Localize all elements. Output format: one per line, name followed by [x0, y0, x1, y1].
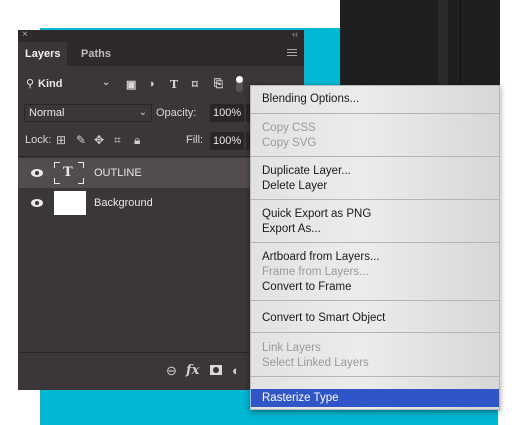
lock-transparent-icon[interactable]: ⊞ [56, 133, 66, 147]
layer-context-menu: Blending Options... Copy CSS Copy SVG Du… [250, 85, 500, 410]
lock-all-icon[interactable]: 🔒︎ [134, 133, 140, 148]
menu-separator [251, 199, 499, 200]
chevron-down-icon: ⌄ [138, 107, 147, 118]
lock-artboard-icon[interactable]: ⌗ [114, 133, 121, 148]
text-layer-thumbnail: T [54, 162, 84, 184]
mask-icon[interactable] [210, 365, 222, 375]
eye-icon[interactable] [30, 196, 44, 210]
menu-separator [251, 113, 499, 114]
filter-kind-label: Kind [38, 78, 63, 90]
menu-item-delete-layer[interactable]: Delete Layer [251, 179, 499, 194]
layer-name: OUTLINE [94, 167, 142, 179]
collapse-icon[interactable]: ‹‹ [292, 29, 298, 39]
type-filter-icon[interactable]: T [170, 78, 178, 91]
lock-label: Lock: [25, 134, 52, 146]
lock-brush-icon[interactable]: ✎ [76, 133, 86, 147]
menu-separator [251, 332, 499, 333]
fx-icon[interactable]: fx [186, 363, 199, 378]
adjustment-icon[interactable]: ◐ [232, 363, 240, 378]
link-icon[interactable]: ⊖ [166, 363, 177, 379]
menu-separator [251, 376, 499, 377]
chevron-down-icon: ⌄ [102, 77, 111, 88]
menu-item-link-layers[interactable]: Link Layers [251, 341, 499, 356]
close-icon[interactable]: × [22, 29, 28, 40]
filter-toggle[interactable] [236, 76, 243, 92]
menu-separator [251, 300, 499, 301]
menu-item-duplicate-layer[interactable]: Duplicate Layer... [251, 164, 499, 179]
blend-mode-select[interactable]: Normal ⌄ [24, 104, 152, 122]
shape-filter-icon[interactable]: ⌑ [192, 78, 198, 91]
panel-title-bar: × ‹‹ [18, 29, 304, 42]
menu-item-copy-svg[interactable]: Copy SVG [251, 136, 499, 151]
menu-item-copy-css[interactable]: Copy CSS [251, 121, 499, 136]
menu-item-frame-from-layers[interactable]: Frame from Layers... [251, 265, 499, 280]
lock-move-icon[interactable]: ✥ [94, 133, 104, 147]
fill-label: Fill: [186, 134, 204, 146]
background-layer-thumbnail [54, 191, 86, 215]
smart-object-filter-icon[interactable]: ⎘ [214, 78, 223, 91]
menu-item-convert-to-smart-object[interactable]: Convert to Smart Object [251, 311, 499, 326]
menu-item-quick-export-png[interactable]: Quick Export as PNG [251, 207, 499, 222]
menu-item-blending-options[interactable]: Blending Options... [251, 92, 499, 107]
search-icon: ⚲ [26, 78, 35, 90]
panel-menu-icon[interactable] [287, 49, 297, 58]
layer-name: Background [94, 197, 153, 209]
tab-paths[interactable]: Paths [74, 42, 118, 66]
blend-mode-value: Normal [29, 107, 65, 119]
tab-layers[interactable]: Layers [18, 42, 68, 66]
adjustment-filter-icon[interactable]: ◑ [148, 78, 155, 90]
eye-icon[interactable] [30, 166, 44, 180]
menu-item-convert-to-frame[interactable]: Convert to Frame [251, 280, 499, 295]
opacity-label: Opacity: [156, 107, 197, 119]
pixel-filter-icon[interactable]: ▣ [126, 78, 136, 91]
type-icon: T [63, 165, 73, 180]
menu-item-export-as[interactable]: Export As... [251, 222, 499, 237]
menu-separator [251, 156, 499, 157]
menu-item-artboard-from-layers[interactable]: Artboard from Layers... [251, 250, 499, 265]
filter-kind-select[interactable]: ⚲ Kind ⌄ [26, 77, 134, 94]
opacity-input[interactable]: 100% [210, 104, 244, 122]
fill-input[interactable]: 100% [210, 132, 244, 150]
panel-tabs: Layers Paths [18, 42, 304, 66]
menu-separator [251, 242, 499, 243]
menu-item-select-linked-layers[interactable]: Select Linked Layers [251, 356, 499, 371]
menu-item-rasterize-type[interactable]: Rasterize Type [251, 389, 499, 407]
